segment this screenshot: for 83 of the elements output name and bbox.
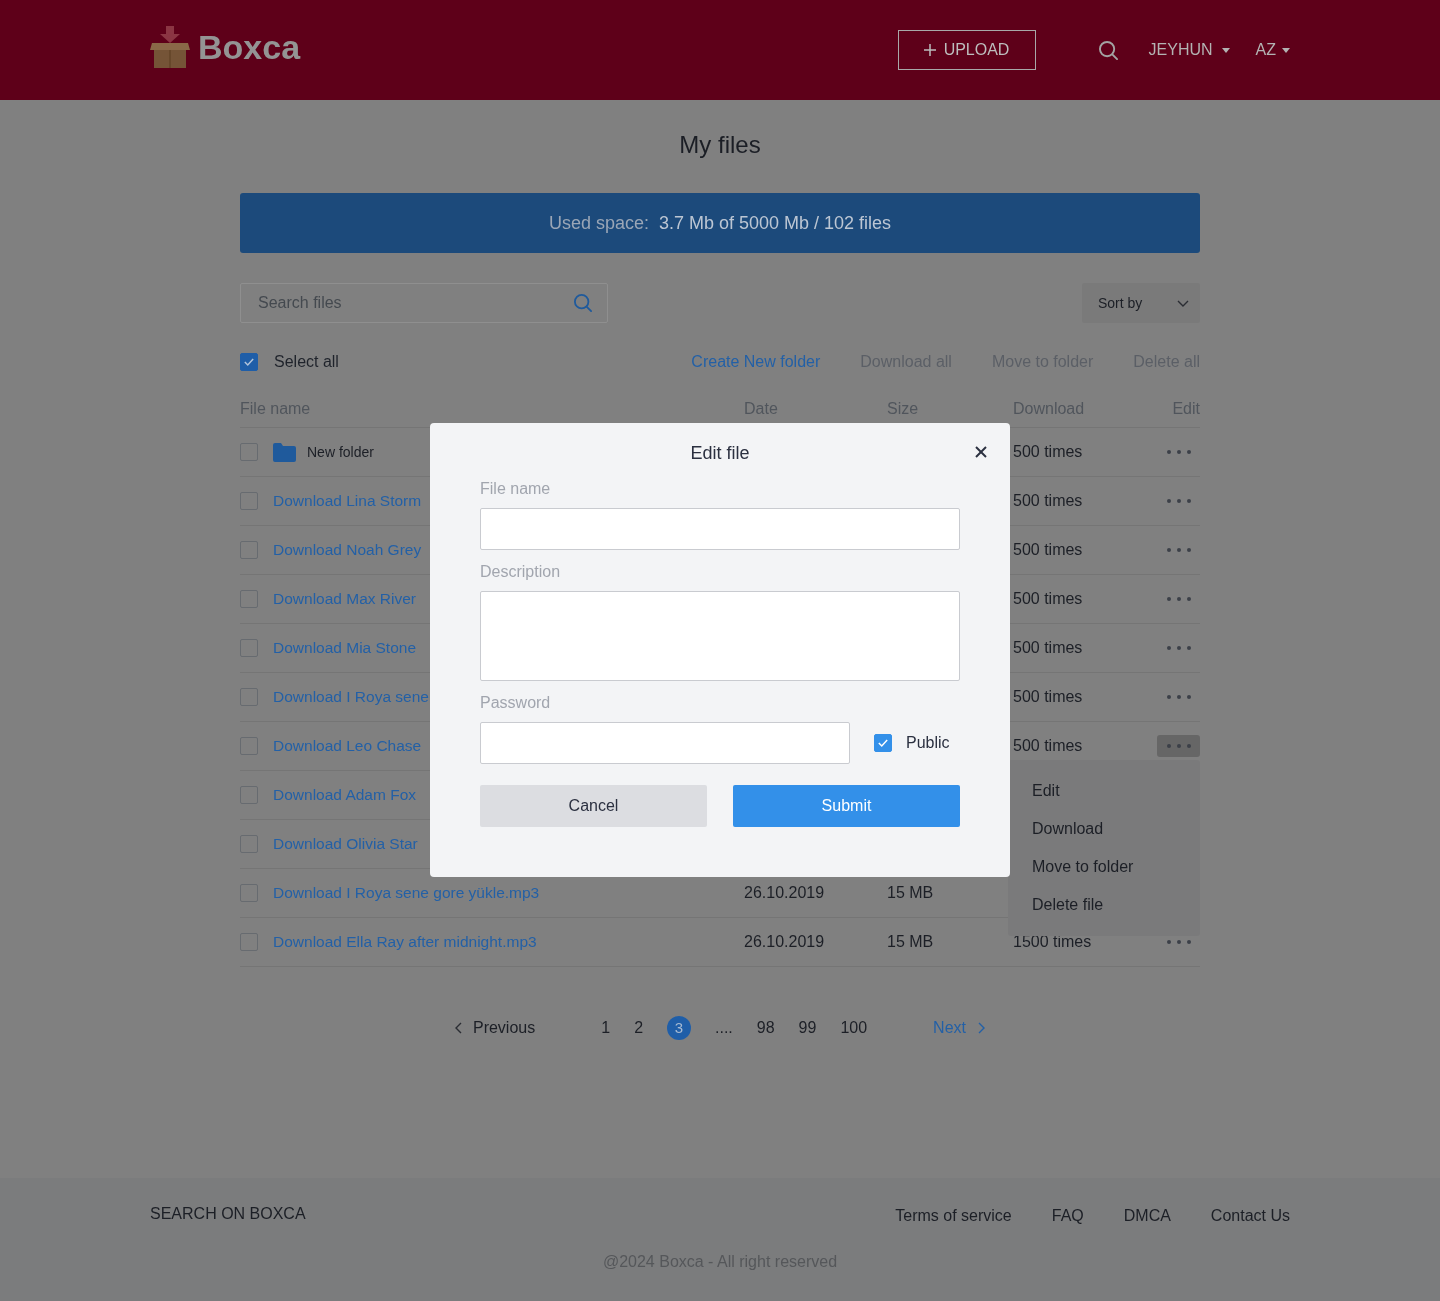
password-input[interactable]: [480, 722, 850, 764]
footer-link[interactable]: Contact Us: [1210, 1204, 1290, 1228]
field-label: File name: [480, 479, 552, 499]
field-label: Description: [480, 562, 562, 582]
folder-icon: [273, 442, 296, 462]
more-icon: [1166, 695, 1191, 699]
downloads-cell: 500 times: [1013, 443, 1083, 460]
search-icon[interactable]: [1098, 40, 1118, 60]
page-title: My files: [679, 131, 761, 159]
caret-icon: [1221, 47, 1230, 53]
upload-button[interactable]: UPLOAD: [897, 30, 1036, 70]
downloads-cell: 500 times: [1013, 639, 1083, 656]
close-icon[interactable]: [975, 446, 987, 458]
checkbox[interactable]: [240, 786, 258, 804]
checkbox[interactable]: [240, 353, 258, 371]
chevron-down-icon: [1177, 299, 1189, 307]
date-cell: 26.10.2019: [744, 933, 825, 950]
checkbox[interactable]: [874, 734, 892, 752]
cancel-button[interactable]: Cancel: [480, 785, 707, 827]
downloads-cell: 500 times: [1013, 541, 1083, 558]
checkbox[interactable]: [240, 541, 258, 559]
page-link[interactable]: 99: [798, 1016, 817, 1040]
page-link[interactable]: 3: [667, 1016, 692, 1040]
field-label: Password: [480, 693, 552, 713]
footer-link[interactable]: DMCA: [1123, 1204, 1171, 1228]
caret-icon: [1282, 47, 1290, 53]
downloads-cell: 500 times: [1013, 590, 1083, 607]
page-link[interactable]: 2: [634, 1016, 644, 1040]
pagination-ellipsis: ....: [715, 1018, 733, 1038]
more-icon: [1166, 744, 1191, 748]
file-name-input[interactable]: [480, 508, 960, 550]
menu-item[interactable]: Delete file: [1008, 886, 1200, 924]
more-icon: [1166, 940, 1191, 944]
checkbox[interactable]: [240, 835, 258, 853]
checkbox[interactable]: [240, 688, 258, 706]
footer-brand-link[interactable]: SEARCH ON BOXCA: [150, 1202, 306, 1226]
dialog-title: Edit file: [690, 442, 750, 465]
checkbox[interactable]: [240, 884, 258, 902]
size-cell: 15 MB: [887, 884, 934, 901]
logo-icon[interactable]: [150, 26, 190, 68]
size-cell: 15 MB: [887, 933, 934, 950]
plus-icon: [923, 44, 936, 56]
footer-link[interactable]: FAQ: [1051, 1204, 1084, 1228]
date-cell: 26.10.2019: [744, 884, 825, 901]
user-menu-button[interactable]: JEYHUN: [1148, 38, 1230, 62]
language-menu-button[interactable]: AZ: [1255, 38, 1290, 62]
checkbox[interactable]: [240, 639, 258, 657]
menu-item[interactable]: Move to folder: [1008, 848, 1200, 886]
chevron-right-icon: [978, 1022, 985, 1034]
page-link[interactable]: 98: [756, 1016, 775, 1040]
checkbox[interactable]: [240, 492, 258, 510]
more-icon: [1166, 646, 1191, 650]
more-button[interactable]: [1157, 735, 1200, 757]
more-icon: [1166, 450, 1191, 454]
downloads-cell: 500 times: [1013, 688, 1083, 705]
logo-text[interactable]: Boxca: [198, 27, 301, 67]
more-icon: [1166, 499, 1191, 503]
page-link[interactable]: 100: [840, 1016, 868, 1040]
usage-label: Used space:: [548, 211, 649, 235]
folder-link[interactable]: New folder: [307, 441, 374, 463]
submit-button[interactable]: Submit: [733, 785, 960, 827]
checkbox[interactable]: [240, 737, 258, 755]
chevron-left-icon: [454, 1022, 462, 1034]
search-field[interactable]: Search files: [240, 283, 608, 323]
checkbox[interactable]: [240, 590, 258, 608]
downloads-cell: 500 times: [1013, 492, 1083, 509]
sort-select[interactable]: Sort by: [1082, 283, 1200, 323]
description-input[interactable]: [480, 591, 960, 681]
checkbox[interactable]: [240, 933, 258, 951]
check-icon: [878, 739, 888, 747]
checkbox[interactable]: [240, 443, 258, 461]
select-all-label[interactable]: Select all: [274, 350, 339, 374]
menu-item[interactable]: Download: [1008, 810, 1200, 848]
check-icon: [244, 358, 254, 366]
page-link[interactable]: 1: [601, 1016, 611, 1040]
downloads-cell: 500 times: [1013, 737, 1083, 754]
public-label[interactable]: Public: [906, 731, 950, 755]
menu-item[interactable]: Edit: [1008, 772, 1200, 810]
usage-value: 3.7 Mb of 5000 Mb / 102 files: [658, 211, 892, 235]
footer-link[interactable]: Terms of service: [895, 1204, 1012, 1228]
more-icon: [1166, 597, 1191, 601]
previous-button[interactable]: Previous: [454, 1016, 536, 1040]
more-icon: [1166, 548, 1191, 552]
